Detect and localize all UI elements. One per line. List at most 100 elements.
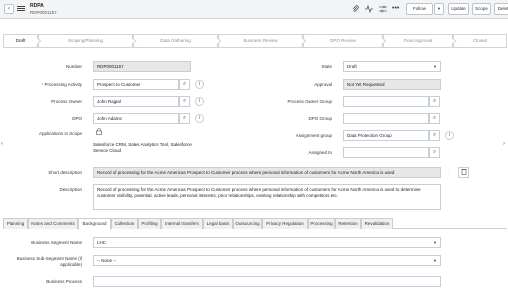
dpo-group-field[interactable]: [343, 113, 429, 124]
state-select[interactable]: Draft ▼: [343, 61, 441, 72]
tab-outsourcing[interactable]: Outsourcing: [233, 218, 262, 229]
applications-in-scope-label: Applications in Scope: [38, 131, 82, 136]
more-vertical-icon[interactable]: ⋮: [447, 169, 452, 175]
dpo-group-label: DPO Group: [308, 116, 332, 121]
dpo-group-search-button[interactable]: ⌕: [429, 113, 440, 124]
assignment-group-label: Assignment group: [295, 133, 332, 138]
left-collapse-arrow[interactable]: ‹: [1, 141, 3, 147]
business-subsegment-label: Business Sub-Segment Name (if applicable…: [16, 256, 82, 267]
step-final-approval: Final Approval: [383, 34, 457, 48]
tab-background[interactable]: Background: [78, 218, 111, 230]
number-label: Number: [65, 64, 82, 69]
applications-lock-button[interactable]: [93, 128, 104, 139]
process-owner-group-search-button[interactable]: ⌕: [429, 96, 440, 107]
lock-icon: [95, 128, 102, 137]
description-label: Description: [59, 187, 82, 192]
business-subsegment-select[interactable]: -- None -- ▼: [93, 255, 441, 266]
short-description-delete-button[interactable]: [458, 167, 469, 178]
process-stepper: Draft Scoping/Planning Data Gathering Bu…: [3, 34, 507, 48]
more-dots-icon[interactable]: •••: [392, 5, 399, 13]
tab-privacy-regulation[interactable]: Privacy Regulation: [262, 218, 308, 229]
chevron-left-icon: ‹: [8, 6, 10, 12]
section-tabs: Planning Notes and Comments Background C…: [3, 218, 507, 230]
tab-legal-basis[interactable]: Legal basis: [203, 218, 233, 229]
short-description-field: Record of processing for the Acme Americ…: [93, 167, 441, 178]
info-icon: i: [198, 98, 201, 104]
processing-activity-search-button[interactable]: ⌕: [179, 79, 190, 90]
assigned-to-search-button[interactable]: ⌕: [429, 147, 440, 158]
business-process-field[interactable]: [93, 276, 441, 287]
search-icon: ⌕: [432, 132, 437, 138]
dpo-search-button[interactable]: ⌕: [179, 113, 190, 124]
step-closed: Closed: [453, 34, 507, 48]
assignment-group-search-button[interactable]: ⌕: [429, 130, 440, 141]
info-icon: i: [198, 115, 201, 121]
step-business-review: Business Review: [218, 34, 307, 48]
hamburger-icon[interactable]: [17, 5, 25, 13]
state-label: State: [321, 64, 332, 69]
follow-dropdown-button[interactable]: ▾: [434, 3, 444, 15]
follow-button[interactable]: Follow: [406, 3, 433, 15]
sliders-icon[interactable]: [379, 5, 387, 16]
business-process-label: Business Process: [46, 279, 82, 284]
step-dpo-review: DPO Review: [303, 34, 387, 48]
tab-planning[interactable]: Planning: [3, 218, 28, 229]
processing-activity-label: * Processing Activity: [41, 82, 82, 87]
trash-icon: [460, 169, 467, 177]
chevron-down-icon: ▼: [433, 240, 437, 245]
search-icon: ⌕: [432, 149, 437, 155]
info-icon: i: [448, 132, 451, 138]
tab-notes-and-comments[interactable]: Notes and Comments: [28, 218, 78, 229]
applications-in-scope-value: Salesforce CRM, Sales Analytics Tool, Sa…: [93, 142, 192, 153]
assignment-group-info-button[interactable]: i: [445, 131, 454, 140]
tab-retention[interactable]: Retention: [335, 218, 361, 229]
step-data-gathering: Data Gathering: [133, 34, 222, 48]
form-header: ‹ RDPA RDP0001157 ••• Follow ▾ Update Sc…: [0, 0, 508, 19]
search-icon: ⌕: [432, 98, 437, 104]
right-collapse-arrow[interactable]: ›: [503, 141, 505, 147]
business-segment-label: Business Segment Name: [31, 240, 82, 245]
process-owner-field[interactable]: John Rajpal: [93, 96, 179, 107]
tab-profiling[interactable]: Profiling: [138, 218, 161, 229]
description-field[interactable]: Record of processing for the Acme Americ…: [93, 184, 441, 210]
update-button[interactable]: Update: [448, 3, 469, 15]
dpo-info-button[interactable]: i: [195, 114, 204, 123]
tab-processing[interactable]: Processing: [308, 218, 335, 229]
assignment-group-field[interactable]: Data Protection Group: [343, 130, 429, 141]
record-type: RDPA: [30, 3, 44, 9]
number-field: RDP0001157: [93, 61, 191, 72]
process-owner-group-field[interactable]: [343, 96, 429, 107]
back-button[interactable]: ‹: [4, 4, 14, 14]
process-owner-search-button[interactable]: ⌕: [179, 96, 190, 107]
process-owner-group-label: Process Owner Group: [287, 99, 332, 104]
dpo-field[interactable]: John Adams: [93, 113, 179, 124]
tab-internal-transfers[interactable]: Internal transfers: [161, 218, 203, 229]
process-owner-label: Process Owner: [51, 99, 82, 104]
activity-pulse-icon[interactable]: [365, 4, 373, 16]
chevron-down-icon: ▼: [433, 64, 437, 69]
search-icon: ⌕: [182, 98, 187, 104]
tab-revalidation[interactable]: Revalidation: [361, 218, 393, 229]
step-draft: Draft: [3, 34, 42, 48]
chevron-down-icon: ▾: [437, 6, 441, 11]
processing-activity-info-button[interactable]: i: [195, 80, 204, 89]
chevron-down-icon: ▼: [433, 258, 437, 263]
process-owner-info-button[interactable]: i: [195, 97, 204, 106]
search-icon: ⌕: [432, 115, 437, 121]
search-icon: ⌕: [182, 81, 187, 87]
search-icon: ⌕: [182, 115, 187, 121]
short-description-label: Short description: [48, 170, 82, 175]
paperclip-icon[interactable]: [352, 5, 359, 16]
scope-button[interactable]: Scope: [472, 3, 491, 15]
business-segment-select[interactable]: LHC ▼: [93, 237, 441, 248]
tab-collection[interactable]: Collection: [111, 218, 138, 229]
approval-field: Not Yet Requested: [343, 79, 441, 90]
delete-button[interactable]: Delet: [494, 3, 508, 15]
approval-label: Approval: [314, 82, 332, 87]
info-icon: i: [198, 81, 201, 87]
assigned-to-field[interactable]: [343, 147, 429, 158]
dpo-label: DPO: [72, 116, 82, 121]
processing-activity-field[interactable]: Prospect to Customer: [93, 79, 179, 90]
record-title: RDPA RDP0001157: [30, 3, 57, 15]
record-number: RDP0001157: [30, 10, 57, 15]
